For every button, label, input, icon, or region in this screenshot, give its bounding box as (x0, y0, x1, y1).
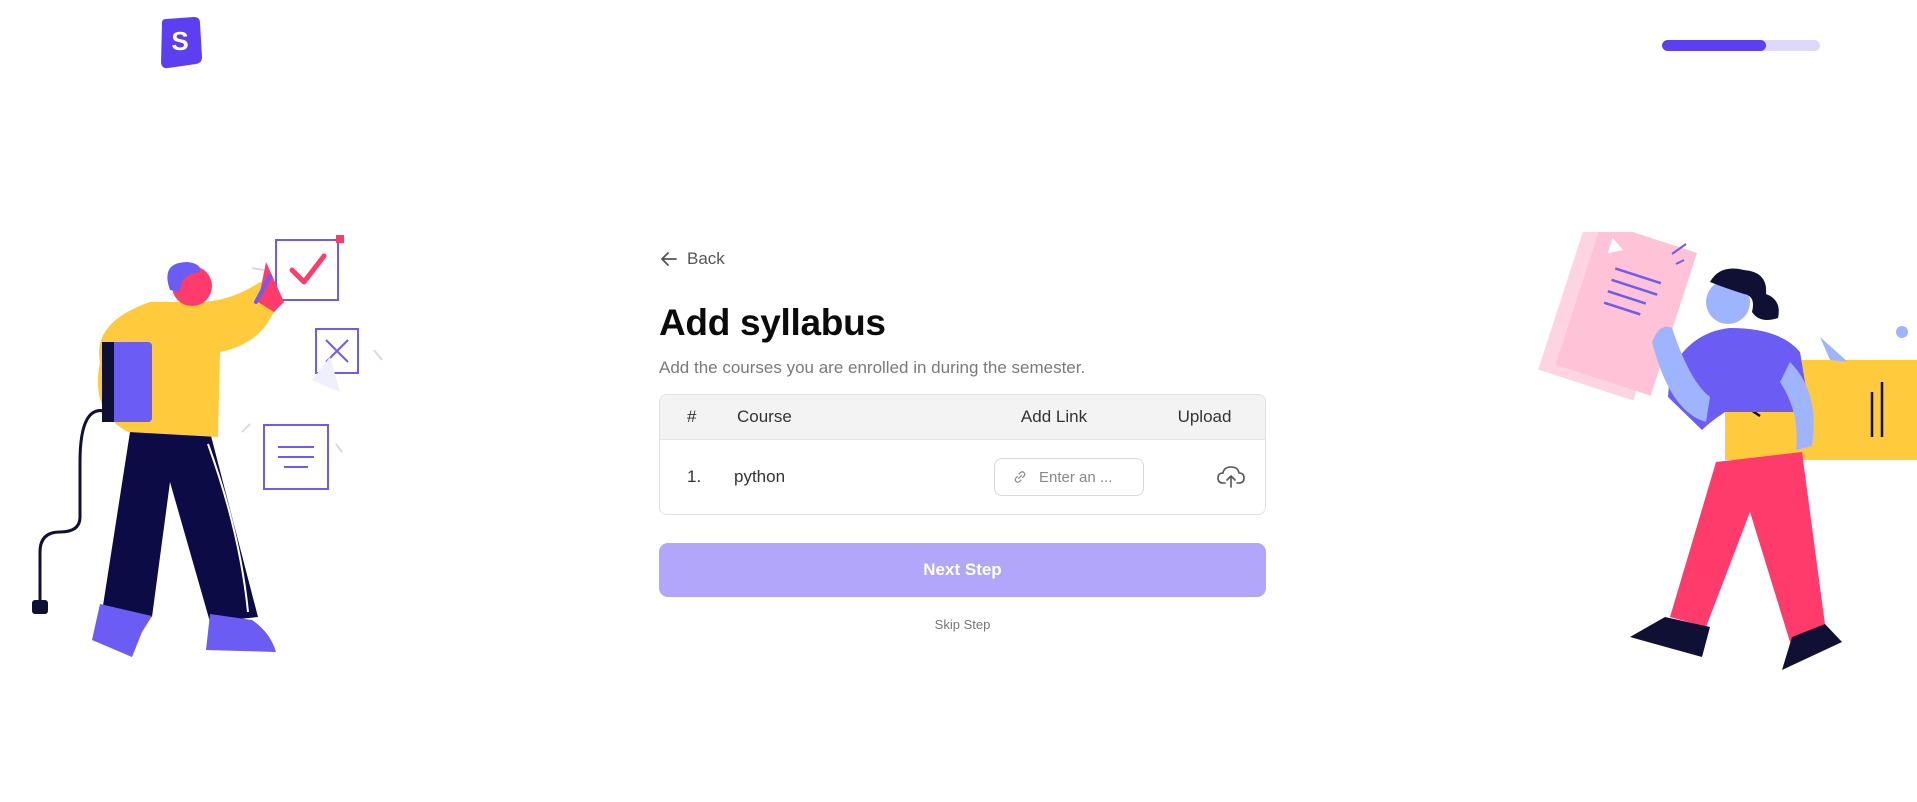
row-upload-cell (1144, 461, 1265, 494)
table-row: 1. python (660, 440, 1265, 514)
link-input[interactable] (1037, 467, 1131, 487)
cloud-upload-icon (1216, 465, 1245, 488)
row-num: 1. (687, 467, 702, 486)
header-upload: Upload (1177, 407, 1232, 426)
progress-fill (1662, 40, 1767, 51)
row-link-cell (964, 458, 1144, 496)
logo-letter: S (171, 26, 188, 56)
next-step-button[interactable]: Next Step (659, 543, 1266, 597)
page-title: Add syllabus (659, 302, 886, 343)
link-icon (1014, 471, 1026, 483)
table-header: # Course Add Link Upload (660, 395, 1265, 440)
courses-table: # Course Add Link Upload 1. python (659, 394, 1266, 515)
back-label: Back (687, 249, 725, 268)
skip-step-link[interactable]: Skip Step (659, 617, 1266, 632)
main-panel: Back Add syllabus Add the courses you ar… (659, 246, 1266, 632)
row-course: python (734, 467, 786, 486)
progress-bar (1662, 40, 1820, 51)
upload-button[interactable] (1214, 461, 1248, 491)
header-num: # (687, 407, 697, 426)
page-subtitle: Add the courses you are enrolled in duri… (659, 358, 1086, 377)
header-course: Course (737, 407, 792, 426)
back-button[interactable]: Back (659, 246, 1266, 272)
brand-logo[interactable]: S (158, 17, 202, 69)
illustration-person-documents (1520, 222, 1917, 672)
link-input-wrapper[interactable] (994, 458, 1144, 496)
arrow-left-icon (661, 252, 677, 266)
header-add-link: Add Link (1020, 407, 1088, 426)
logo-icon: S (161, 17, 202, 69)
illustration-person-checklist (30, 232, 400, 672)
